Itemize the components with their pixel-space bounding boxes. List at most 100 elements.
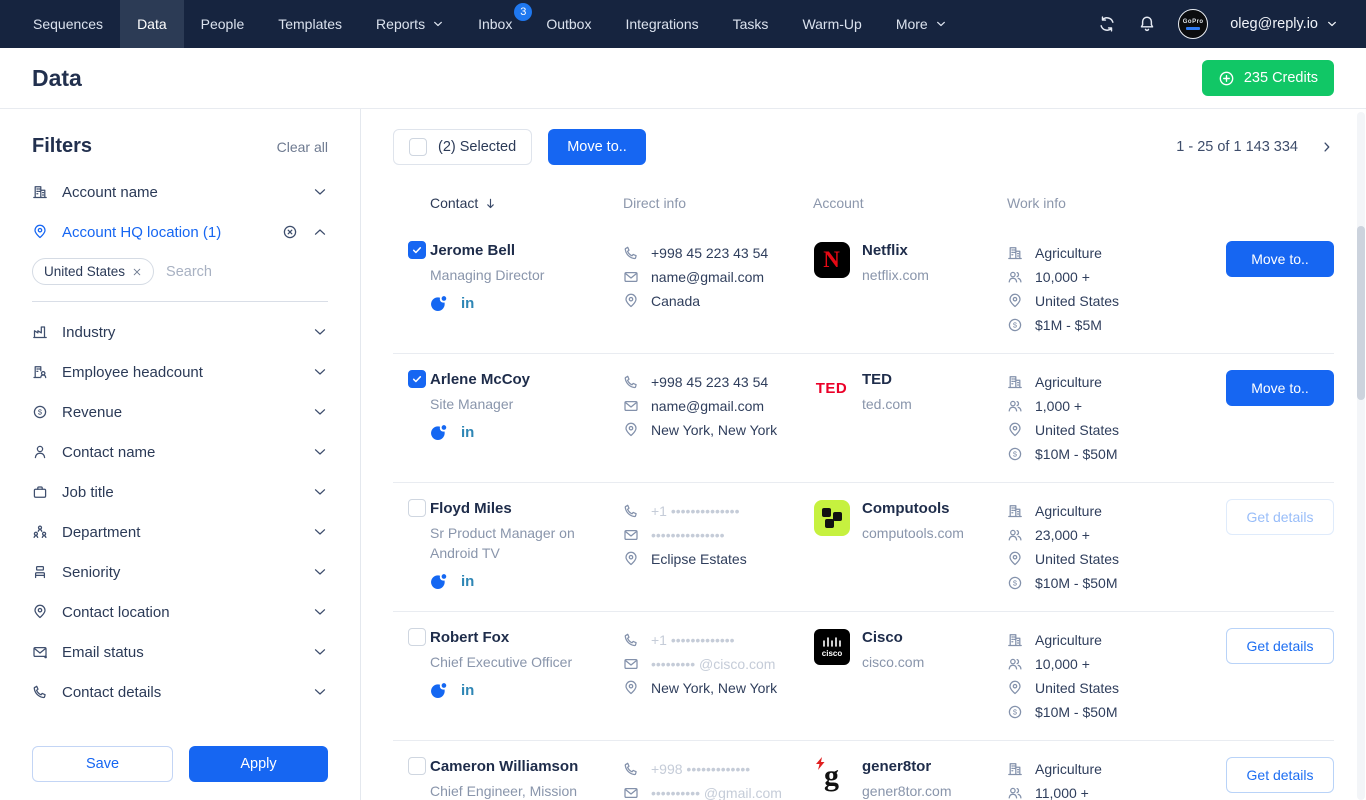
crunchbase-icon[interactable] [430,682,447,699]
linkedin-icon[interactable]: in [461,683,474,698]
crunchbase-icon[interactable] [430,424,447,441]
account-text: Cisco cisco.com [862,628,924,672]
linkedin-icon[interactable]: in [461,425,474,440]
crunchbase-icon[interactable] [430,573,447,590]
get-details-button[interactable]: Get details [1226,499,1334,535]
row-checkbox[interactable] [408,499,426,517]
select-all-checkbox[interactable] [409,138,427,156]
sidebar-item-job-title[interactable]: Job title [32,472,328,512]
nav-item-data[interactable]: Data [120,0,184,48]
contact-title: Chief Engineer, Mission Systems Business… [430,781,623,800]
contact-name[interactable]: Floyd Miles [430,499,623,519]
save-button[interactable]: Save [32,746,173,782]
account-domain[interactable]: gener8tor.com [862,781,952,800]
crunchbase-icon[interactable] [430,295,447,312]
linkedin-icon[interactable]: in [461,296,474,311]
sidebar-item-contact-details[interactable]: Contact details [32,672,328,712]
apply-button[interactable]: Apply [189,746,328,782]
sidebar-item-seniority[interactable]: Seniority [32,552,328,592]
filter-search-input[interactable] [166,264,328,280]
svg-text:$: $ [1013,579,1018,588]
filter-controls [312,604,328,620]
nav-item-warm-up[interactable]: Warm-Up [785,0,878,48]
nav-item-tasks[interactable]: Tasks [716,0,786,48]
contact-name[interactable]: Robert Fox [430,628,623,648]
column-header-work-info[interactable]: Work info [1007,195,1199,211]
chip-remove-icon[interactable] [132,267,142,277]
row-checkbox[interactable] [408,757,426,775]
info-line: +998 ••••••••••••• [623,757,813,781]
dollar-icon: $ [1007,575,1023,591]
svg-text:$: $ [38,408,43,417]
filters-title: Filters [32,135,92,158]
work-info-text: United States [1035,289,1119,313]
nav-item-integrations[interactable]: Integrations [608,0,715,48]
account-name[interactable]: Cisco [862,628,924,648]
sidebar-item-department[interactable]: Department [32,512,328,552]
filter-controls [312,404,328,420]
account-domain[interactable]: netflix.com [862,265,929,285]
row-checkbox-cell [393,499,430,522]
sidebar-item-account-hq-location-1-[interactable]: Account HQ location (1) [32,212,328,252]
pin-icon [1007,680,1023,696]
work-info-line: $$10M - $50M [1007,442,1199,466]
get-details-button[interactable]: Get details [1226,628,1334,664]
sidebar-item-contact-location[interactable]: Contact location [32,592,328,632]
work-info-text: $10M - $50M [1035,700,1117,724]
account-domain[interactable]: ted.com [862,394,912,414]
table-row: Floyd Miles Sr Product Manager on Android… [393,483,1334,612]
selected-count-button[interactable]: (2) Selected [393,129,532,165]
column-header-direct-info[interactable]: Direct info [623,195,813,211]
sidebar-item-revenue[interactable]: $Revenue [32,392,328,432]
sidebar-item-contact-name[interactable]: Contact name [32,432,328,472]
get-details-button[interactable]: Get details [1226,757,1334,793]
column-header-account[interactable]: Account [813,195,1007,211]
person-icon [32,444,48,460]
account-name[interactable]: Netflix [862,241,929,261]
sidebar-item-employee-headcount[interactable]: Employee headcount [32,352,328,392]
move-to--button[interactable]: Move to.. [1226,370,1334,406]
row-action-cell: Get details [1199,757,1334,793]
pin-icon [623,293,639,309]
nav-item-templates[interactable]: Templates [261,0,359,48]
account-domain[interactable]: computools.com [862,523,964,543]
move-to-button[interactable]: Move to.. [548,129,646,165]
nav-item-people[interactable]: People [184,0,262,48]
account-menu[interactable]: oleg@reply.io [1230,16,1338,32]
bell-icon[interactable] [1138,15,1156,33]
contact-name[interactable]: Arlene McCoy [430,370,623,390]
contact-name[interactable]: Cameron Williamson [430,757,623,777]
sidebar-item-industry[interactable]: Industry [32,312,328,352]
circled-x-icon[interactable] [282,224,298,240]
avatar[interactable]: GoPro [1178,9,1208,39]
sidebar-item-email-status[interactable]: Email status [32,632,328,672]
scrollbar-thumb[interactable] [1357,226,1365,400]
linkedin-icon[interactable]: in [461,574,474,589]
next-page-button[interactable] [1320,140,1334,154]
scrollbar-track[interactable] [1357,112,1365,800]
row-checkbox[interactable] [408,370,426,388]
sidebar-item-account-name[interactable]: Account name [32,172,328,212]
row-checkbox[interactable] [408,241,426,259]
nav-item-reports[interactable]: Reports [359,0,461,48]
info-text: Canada [651,289,700,313]
info-line: +998 45 223 43 54 [623,241,813,265]
account-name[interactable]: gener8tor [862,757,952,777]
contact-name[interactable]: Jerome Bell [430,241,623,261]
nav-item-sequences[interactable]: Sequences [16,0,120,48]
sync-icon[interactable] [1098,15,1116,33]
row-checkbox[interactable] [408,628,426,646]
nav-item-more[interactable]: More [879,0,964,48]
credits-button[interactable]: 235 Credits [1202,60,1334,96]
move-to--button[interactable]: Move to.. [1226,241,1334,277]
nav-item-inbox[interactable]: Inbox3 [461,0,529,48]
account-domain[interactable]: cisco.com [862,652,924,672]
phone-icon [623,761,639,777]
account-name[interactable]: Computools [862,499,964,519]
row-action-cell: Get details [1199,499,1334,535]
column-header-contact[interactable]: Contact [430,195,623,211]
nav-item-outbox[interactable]: Outbox [529,0,608,48]
account-name[interactable]: TED [862,370,912,390]
contact-title: Sr Product Manager on Android TV [430,523,623,563]
clear-all-link[interactable]: Clear all [277,139,328,155]
